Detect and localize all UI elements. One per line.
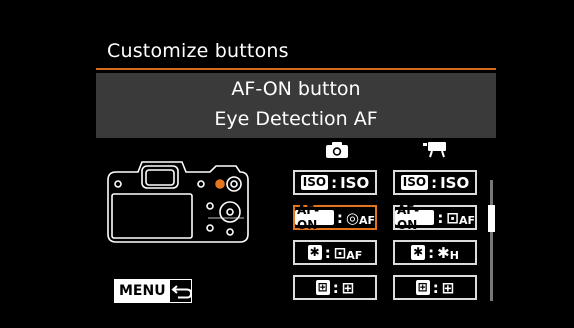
ae-lock-button-label: ✱ xyxy=(307,245,322,260)
scrollbar-track[interactable] xyxy=(490,180,493,301)
title-divider xyxy=(96,68,496,70)
menu-button-label: MENU xyxy=(115,280,170,302)
button-cell-movie-row-3[interactable]: ✱ : ✱ H xyxy=(393,240,477,265)
scrollbar-thumb[interactable] xyxy=(488,205,495,232)
menu-back-button[interactable]: MENU xyxy=(114,279,192,303)
source-button-label: ISO xyxy=(400,175,429,190)
af-point-icon: ⊞ xyxy=(441,278,455,297)
button-cell-movie-row-4[interactable]: ⊞ : ⊞ xyxy=(393,275,477,300)
af-tracking-icon: ⊡ AF xyxy=(446,208,475,228)
screen-title: Customize buttons xyxy=(107,40,289,62)
button-cell-still-row-3[interactable]: ✱ : ⊡ AF xyxy=(293,240,377,265)
af-tracking-icon: ⊡ AF xyxy=(333,243,363,263)
button-cell-movie-row-1[interactable]: ISO : ISO xyxy=(393,170,477,195)
selected-button-info: AF-ON button Eye Detection AF xyxy=(96,73,496,138)
movie-icon xyxy=(420,141,450,159)
eye-detection-af-icon: ◎ AF xyxy=(345,208,375,228)
button-cell-still-row-2[interactable]: AF-ON : ◎ AF xyxy=(293,203,377,232)
af-point-button-label: ⊞ xyxy=(415,280,430,295)
button-cell-still-row-1[interactable]: ISO : ISO xyxy=(293,170,377,195)
assigned-function: ISO xyxy=(440,173,470,192)
function-name: Eye Detection AF xyxy=(214,108,378,130)
af-point-button-label: ⊞ xyxy=(315,280,330,295)
ae-lock-button-label: ✱ xyxy=(411,245,426,260)
ae-lock-hold-icon: ✱ H xyxy=(437,243,459,263)
button-cell-movie-row-2[interactable]: AF-ON : ⊡ AF xyxy=(393,203,477,232)
camera-back-diagram-icon xyxy=(98,148,258,252)
return-arrow-icon xyxy=(170,282,194,300)
source-button-label: AF-ON xyxy=(295,203,334,232)
still-photo-icon xyxy=(322,141,352,159)
button-cell-still-row-4[interactable]: ⊞ : ⊞ xyxy=(293,275,377,300)
af-point-icon: ⊞ xyxy=(341,278,355,297)
source-button-label: ISO xyxy=(300,175,329,190)
source-button-label: AF-ON xyxy=(395,203,435,232)
button-name: AF-ON button xyxy=(231,78,361,100)
assigned-function: ISO xyxy=(340,173,370,192)
